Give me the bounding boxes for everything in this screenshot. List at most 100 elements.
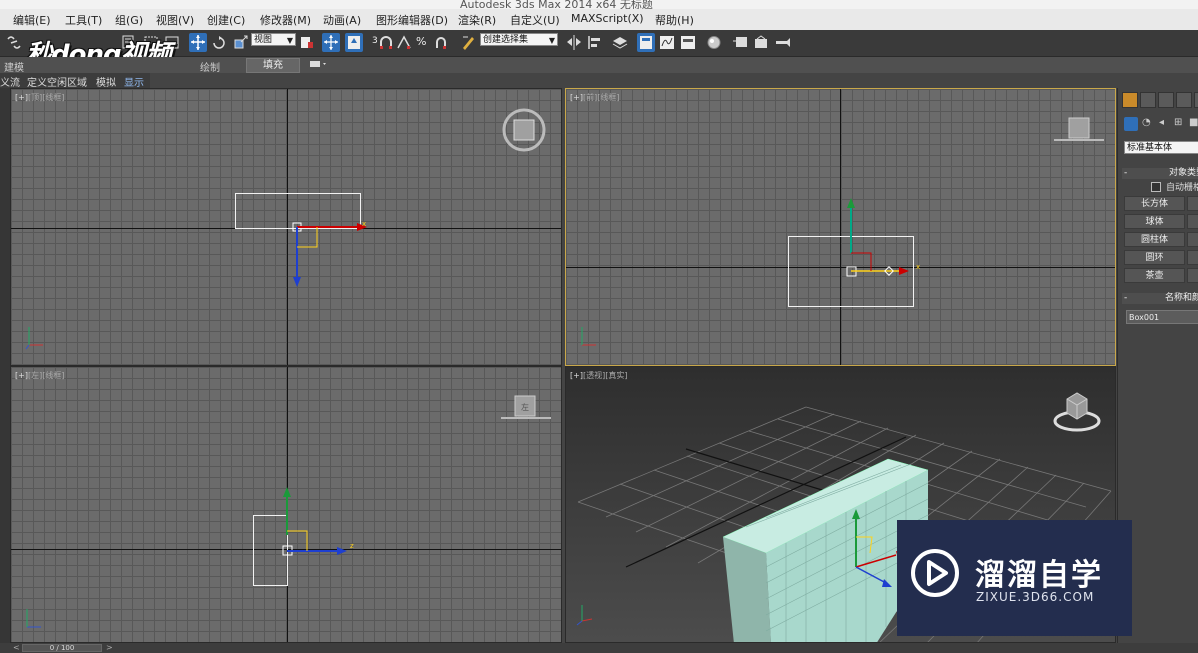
edit-named-selection-icon[interactable]	[459, 33, 477, 52]
motion-tab-icon[interactable]	[1176, 92, 1192, 108]
viewport-top[interactable]: [+][顶][线框] x	[10, 88, 562, 366]
chevron-down-icon: ▼	[548, 36, 555, 45]
torus-button[interactable]: 圆环	[1124, 250, 1185, 265]
viewcube-left[interactable]: 左	[499, 393, 553, 423]
rotate-icon[interactable]	[210, 33, 228, 52]
viewport-menu-plus[interactable]: [+]	[570, 93, 583, 102]
hierarchy-tab-icon[interactable]	[1158, 92, 1174, 108]
cylinder-button[interactable]: 圆柱体	[1124, 232, 1185, 247]
viewcube-top[interactable]	[501, 107, 547, 153]
transform-gizmo[interactable]: z	[277, 475, 367, 565]
geometry-icon[interactable]	[1124, 117, 1138, 131]
viewport-pov-label[interactable]: [顶]	[28, 93, 42, 102]
create-tab-icon[interactable]	[1122, 92, 1138, 108]
menu-group[interactable]: 组(G)	[115, 12, 143, 28]
select-move-icon[interactable]	[189, 33, 207, 52]
viewport-top-label[interactable]: [+][顶][线框]	[15, 92, 64, 103]
viewport-shading-label[interactable]: [线框]	[597, 93, 619, 102]
menu-maxscript[interactable]: MAXScript(X)	[571, 12, 644, 25]
viewcube-front[interactable]	[1052, 115, 1106, 145]
viewcube-perspective[interactable]	[1050, 387, 1104, 435]
select-manipulate-icon[interactable]	[322, 33, 340, 52]
viewport-left-label[interactable]: [+][左][线框]	[15, 370, 64, 381]
named-selection-value: 创建选择集	[483, 35, 529, 45]
primitive-type-dropdown[interactable]: 标准基本体	[1124, 141, 1198, 154]
modify-tab-icon[interactable]	[1140, 92, 1156, 108]
fill-button[interactable]: 填充	[246, 58, 300, 73]
reference-coord-dropdown[interactable]: 视图 ▼	[251, 33, 296, 46]
pivot-center-icon[interactable]	[298, 33, 316, 52]
object-type-rollout-header[interactable]: -对象类型	[1122, 168, 1198, 179]
render-setup-icon[interactable]	[731, 33, 749, 52]
menu-rendering[interactable]: 渲染(R)	[458, 12, 496, 28]
menu-view[interactable]: 视图(V)	[156, 12, 194, 28]
viewport-menu-plus[interactable]: [+]	[15, 371, 28, 380]
ribbon-tab-modeling[interactable]: 建模	[4, 59, 24, 74]
menu-help[interactable]: 帮助(H)	[655, 12, 694, 28]
viewport-pov-label[interactable]: [前]	[583, 93, 597, 102]
viewport-shading-label[interactable]: [线框]	[42, 371, 64, 380]
plane-button[interactable]	[1187, 268, 1198, 283]
subtab-define-free-area[interactable]: 定义空闲区域	[27, 74, 87, 89]
lights-icon[interactable]: ◂	[1159, 117, 1171, 131]
align-icon[interactable]	[586, 33, 604, 52]
toggle-ribbon-icon[interactable]	[637, 33, 655, 52]
menu-create[interactable]: 创建(C)	[207, 12, 245, 28]
viewport-menu-plus[interactable]: [+]	[15, 93, 28, 102]
name-color-rollout-header[interactable]: -名称和颜色	[1122, 293, 1198, 304]
axis-tripod-icon	[576, 605, 593, 626]
display-tab-icon[interactable]	[1194, 92, 1198, 108]
viewport-left[interactable]: [+][左][线框] z 左	[10, 366, 562, 643]
schematic-view-icon[interactable]	[679, 33, 697, 52]
render-production-icon[interactable]	[774, 33, 792, 52]
geosphere-button[interactable]	[1187, 214, 1198, 229]
tube-button[interactable]	[1187, 232, 1198, 247]
layer-manager-icon[interactable]	[611, 33, 629, 52]
axis-z-label: z	[350, 542, 354, 550]
transform-gizmo[interactable]: x	[281, 215, 391, 305]
shapes-icon[interactable]: ◔	[1142, 117, 1154, 131]
percent-snap-label[interactable]: %	[416, 35, 426, 48]
helpers-icon[interactable]: ■	[1189, 117, 1198, 131]
snaps-toggle-icon[interactable]	[377, 33, 395, 52]
box-button[interactable]: 长方体	[1124, 196, 1185, 211]
rendered-frame-icon[interactable]	[752, 33, 770, 52]
camera-icon[interactable]	[308, 57, 330, 74]
scale-icon[interactable]	[232, 33, 250, 52]
menu-edit[interactable]: 编辑(E)	[13, 12, 51, 28]
menu-graph-editors[interactable]: 图形编辑器(D)	[376, 12, 448, 28]
keyboard-shortcut-override-icon[interactable]	[345, 33, 363, 52]
subtab-display[interactable]: 显示	[124, 74, 144, 89]
autogrid-checkbox[interactable]	[1151, 182, 1161, 192]
teapot-button[interactable]: 茶壶	[1124, 268, 1185, 283]
viewport-front[interactable]: [+][前][线框] x	[565, 88, 1116, 366]
watermark-title: 溜溜自学	[975, 558, 1103, 593]
cone-button[interactable]	[1187, 196, 1198, 211]
pyramid-button[interactable]	[1187, 250, 1198, 265]
time-slider-next-icon[interactable]: >	[106, 643, 113, 652]
link-icon[interactable]	[5, 33, 23, 52]
window-title: Autodesk 3ds Max 2014 x64 无标题	[460, 0, 653, 9]
angle-snap-icon[interactable]	[395, 33, 413, 52]
cameras-icon[interactable]: ⊞	[1174, 117, 1186, 131]
sphere-button[interactable]: 球体	[1124, 214, 1185, 229]
material-editor-icon[interactable]	[705, 33, 723, 52]
time-slider[interactable]: 0 / 100	[22, 644, 102, 652]
subtab-simulate[interactable]: 模拟	[96, 74, 116, 89]
viewport-shading-label[interactable]: [线框]	[42, 93, 64, 102]
menu-customize[interactable]: 自定义(U)	[510, 12, 560, 28]
menu-modifiers[interactable]: 修改器(M)	[260, 12, 311, 28]
named-selection-dropdown[interactable]: 创建选择集 ▼	[480, 33, 558, 46]
viewport-front-label[interactable]: [+][前][线框]	[570, 92, 619, 103]
menu-tools[interactable]: 工具(T)	[65, 12, 102, 28]
ribbon-tab-paint[interactable]: 绘制	[200, 59, 220, 74]
transform-gizmo[interactable]: x	[836, 193, 926, 283]
object-name-field[interactable]: Box001	[1126, 310, 1198, 324]
viewport-pov-label[interactable]: [左]	[28, 371, 42, 380]
mirror-icon[interactable]	[565, 33, 583, 52]
spinner-snap-icon[interactable]	[432, 33, 450, 52]
menu-animation[interactable]: 动画(A)	[323, 12, 361, 28]
curve-editor-icon[interactable]	[658, 33, 676, 52]
subtab-flow[interactable]: 义流	[0, 74, 20, 89]
time-slider-prev-icon[interactable]: <	[13, 643, 20, 652]
